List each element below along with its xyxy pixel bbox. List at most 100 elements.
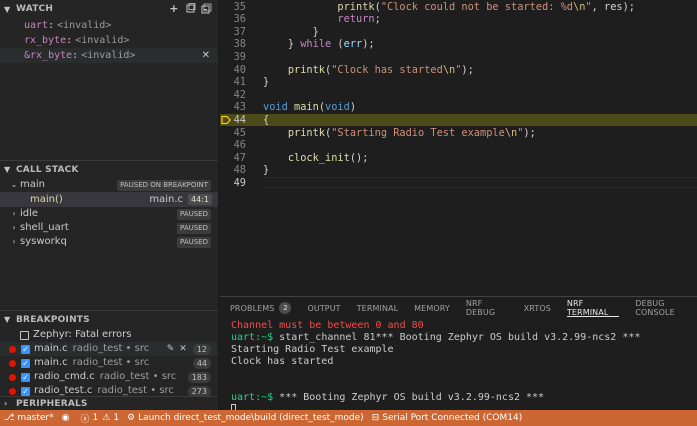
serial-status[interactable]: ⊟ Serial Port Connected (COM14): [368, 410, 527, 426]
code-line[interactable]: 42: [220, 89, 697, 102]
line-number: 47: [233, 151, 246, 164]
thread-row-sysworkq[interactable]: › sysworkq PAUSED: [0, 235, 218, 249]
code-line[interactable]: 41}: [220, 76, 697, 89]
breakpoint-row[interactable]: ✓ radio_cmd.c radio_test • src 183: [0, 370, 218, 384]
tab-nrf-debug[interactable]: NRF DEBUG: [466, 297, 508, 319]
thread-row-main[interactable]: ⌄ main PAUSED ON BREAKPOINT: [0, 178, 218, 192]
bottom-panel: PROBLEMS 2 OUTPUT TERMINAL MEMORY NRF DEBUG XR…: [220, 296, 697, 414]
code-token: );: [362, 38, 375, 51]
breakpoint-checkbox[interactable]: ✓: [21, 386, 30, 396]
call-stack-header[interactable]: ▼ CALL STACK: [0, 160, 218, 178]
code-token: "Clock has started: [331, 63, 443, 76]
breakpoint-checkbox[interactable]: ✓: [21, 358, 30, 368]
breakpoint-checkbox[interactable]: ✓: [21, 344, 30, 354]
code-token: err: [343, 38, 363, 51]
code-token: void: [325, 101, 350, 114]
line-number: 35: [233, 0, 246, 13]
breakpoints-title: BREAKPOINTS: [16, 314, 90, 325]
code-token: return: [337, 13, 375, 26]
tab-terminal[interactable]: TERMINAL: [357, 297, 398, 319]
refresh-icon[interactable]: [184, 3, 196, 15]
code-line[interactable]: 46: [220, 139, 697, 152]
remove-breakpoint-icon[interactable]: ✕: [179, 342, 187, 356]
breakpoint-checkbox[interactable]: ✓: [21, 372, 30, 382]
breakpoint-row[interactable]: ✓ main.c radio_test • src ✎ ✕ 12: [0, 342, 218, 356]
code-line[interactable]: 44{: [220, 113, 697, 127]
terminal-text: Starting Radio Test example: [231, 344, 394, 355]
code-line[interactable]: 40 printk("Clock has started\n");: [220, 64, 697, 77]
terminal-line: Starting Radio Test example: [231, 344, 697, 356]
terminal-line: Channel must be between 0 and 80: [231, 320, 697, 332]
breakpoint-row[interactable]: ✓ main.c radio_test • src 44: [0, 356, 218, 370]
thread-row-shell-uart[interactable]: › shell_uart PAUSED: [0, 221, 218, 235]
peripherals-section: › PERIPHERALS: [0, 396, 218, 410]
code-token: , res);: [591, 0, 636, 13]
breakpoints-header[interactable]: ▼ BREAKPOINTS: [0, 310, 218, 328]
breakpoint-dot-icon: [9, 387, 16, 395]
chevron-down-icon: ▼: [4, 4, 11, 14]
line-number: 38: [233, 38, 246, 51]
terminal-output[interactable]: Channel must be between 0 and 80 uart:~$ …: [220, 319, 697, 416]
branch-name: master*: [17, 413, 54, 423]
git-branch-icon: ⎇: [4, 413, 15, 423]
tab-label: NRF DEBUG: [465, 299, 496, 317]
tab-nrf-terminal[interactable]: NRF TERMINAL: [566, 297, 620, 319]
code-line[interactable]: 37 }: [220, 26, 697, 39]
code-line[interactable]: 39: [220, 51, 697, 64]
tab-label: MEMORY: [414, 303, 450, 313]
problems-status[interactable]: ⓧ 1 ⚠ 1: [76, 410, 123, 426]
code-line[interactable]: 48}: [220, 164, 697, 177]
edit-breakpoint-icon[interactable]: ✎: [167, 342, 175, 356]
plug-icon: ⊟: [371, 413, 380, 423]
eye-icon: ◉: [61, 413, 70, 423]
thread-name: sysworkq: [20, 236, 67, 247]
call-stack-title: CALL STACK: [16, 164, 79, 175]
exception-checkbox[interactable]: [20, 330, 29, 340]
code-line[interactable]: 35 printk("Clock could not be started: %…: [220, 1, 697, 14]
terminal-text: start_channel 81*** Booting Zephyr OS bu…: [273, 332, 641, 343]
code-token: ;: [374, 13, 381, 26]
breakpoint-path: radio_test • src: [72, 357, 150, 368]
stack-frame-row[interactable]: main() main.c 44:1: [0, 192, 218, 207]
code-line[interactable]: 43 void main(void): [220, 101, 697, 114]
branch-status[interactable]: ⎇ master*: [0, 410, 58, 426]
watch-item[interactable]: uart: <invalid>: [0, 18, 218, 33]
code-line[interactable]: 49: [220, 176, 697, 190]
code-text: }: [263, 26, 319, 39]
watch-item[interactable]: rx_byte: <invalid>: [0, 33, 218, 48]
exception-breakpoint-row[interactable]: Zephyr: Fatal errors: [0, 328, 218, 342]
code-token: }: [287, 38, 301, 51]
tab-memory[interactable]: MEMORY: [414, 297, 450, 319]
code-editor[interactable]: 35 printk("Clock could not be started: %…: [220, 0, 697, 189]
peripherals-header[interactable]: › PERIPHERALS: [0, 396, 218, 410]
sync-status[interactable]: ◉: [58, 410, 77, 426]
code-token: );: [523, 126, 536, 139]
launch-status[interactable]: ⚙ Launch direct_test_mode\build (direct_…: [123, 410, 368, 426]
code-text: printk("Clock has started\n");: [263, 64, 474, 77]
chevron-down-icon: ▼: [4, 315, 11, 324]
line-number: 37: [233, 25, 246, 38]
add-icon[interactable]: +: [168, 3, 180, 15]
tab-problems[interactable]: PROBLEMS 2: [230, 297, 292, 319]
code-line[interactable]: 45 printk("Starting Radio Test example\n…: [220, 127, 697, 140]
watch-item-value: <invalid>: [57, 20, 112, 31]
collapse-all-icon[interactable]: [200, 3, 212, 15]
tab-xrtos[interactable]: XRTOS: [524, 297, 551, 319]
line-number: 39: [233, 50, 246, 63]
remove-watch-icon[interactable]: ✕: [202, 48, 210, 63]
code-line[interactable]: 36 return;: [220, 13, 697, 26]
warning-count: 1: [113, 413, 120, 423]
code-line[interactable]: 38 } while (err);: [220, 38, 697, 51]
thread-row-idle[interactable]: › idle PAUSED: [0, 207, 218, 221]
current-line-box: [263, 176, 697, 188]
code-text: void main(void): [263, 101, 356, 114]
tab-debug-console[interactable]: DEBUG CONSOLE: [635, 297, 697, 319]
watch-header[interactable]: ▼ WATCH +: [0, 0, 218, 18]
tab-output[interactable]: OUTPUT: [307, 297, 340, 319]
stack-frame-function: main(): [30, 194, 63, 205]
code-line[interactable]: 47 clock_init();: [220, 152, 697, 165]
watch-item[interactable]: &rx_byte: <invalid> ✕: [0, 48, 218, 63]
